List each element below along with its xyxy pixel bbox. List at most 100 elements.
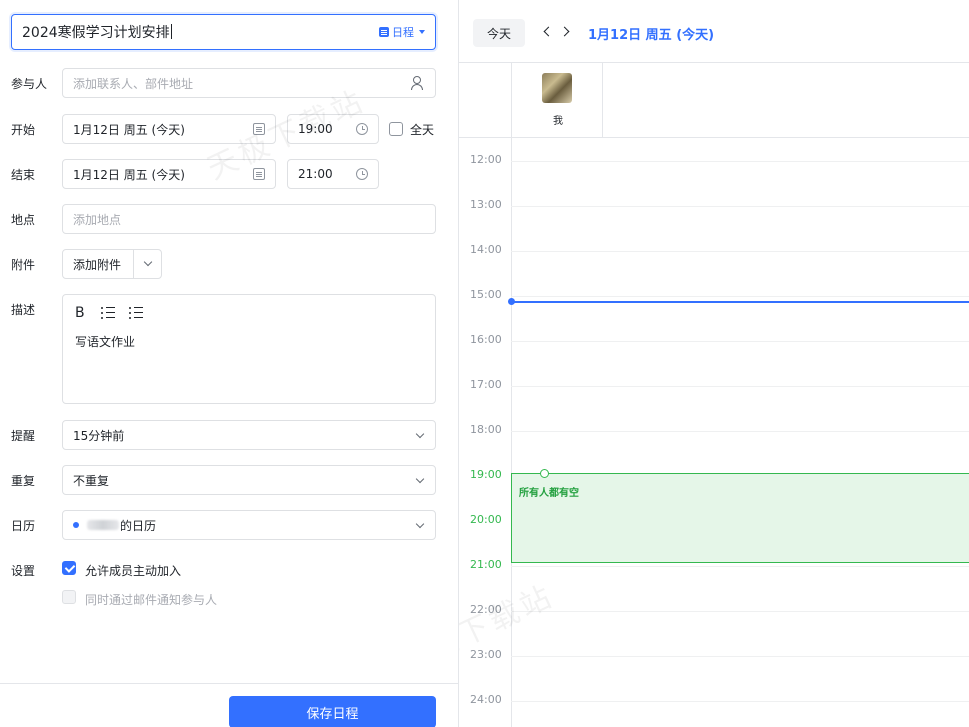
clock-icon: [356, 168, 368, 180]
calendar-panel: 今天 1月12日 周五 (今天) 我 12:00 13:00 14:00 15:00 1…: [459, 0, 969, 727]
drag-handle[interactable]: [540, 469, 549, 478]
hour-line: [511, 296, 969, 297]
hour-line: [511, 656, 969, 657]
clock-icon: [356, 123, 368, 135]
participants-label: 参与人: [11, 77, 48, 91]
description-text: 写语文作业: [75, 335, 136, 349]
time-axis-divider: [511, 138, 512, 727]
description-editor[interactable]: B 写语文作业: [62, 294, 436, 404]
reminder-label: 提醒: [11, 429, 36, 443]
start-time-value: 19:00: [298, 122, 333, 136]
description-toolbar: B: [75, 305, 143, 321]
bullet-list-icon[interactable]: [129, 307, 143, 319]
current-time-dot: [508, 298, 515, 305]
time-label: 19:00: [470, 468, 502, 481]
start-date-picker[interactable]: 1月12日 周五 (今天): [62, 114, 276, 144]
calendar-value: 的日历: [120, 518, 157, 533]
start-time-picker[interactable]: 19:00: [287, 114, 379, 144]
repeat-value: 不重复: [73, 473, 110, 488]
free-time-block[interactable]: 所有人都有空: [511, 469, 969, 563]
chevron-down-icon: [415, 429, 425, 439]
end-date-picker[interactable]: 1月12日 周五 (今天): [62, 159, 276, 189]
current-time-line: [511, 301, 969, 303]
repeat-select[interactable]: 不重复: [62, 465, 436, 495]
time-label: 16:00: [470, 333, 502, 346]
add-attachment-label: 添加附件: [73, 257, 122, 272]
hour-line: [511, 431, 969, 432]
hour-line: [511, 701, 969, 702]
repeat-label: 重复: [11, 474, 36, 488]
calendar-label: 日历: [11, 519, 36, 533]
time-label: 15:00: [470, 288, 502, 301]
event-type-label: 日程: [392, 26, 414, 39]
time-label: 24:00: [470, 693, 502, 706]
calendar-select[interactable]: 的日历: [62, 510, 436, 540]
allday-label: 全天: [410, 123, 435, 137]
event-type-dropdown[interactable]: 日程: [379, 24, 425, 40]
settings-label: 设置: [11, 564, 36, 578]
time-label: 13:00: [470, 198, 502, 211]
save-event-button[interactable]: 保存日程: [229, 696, 436, 727]
allday-divider: [459, 137, 969, 138]
bold-button[interactable]: B: [75, 305, 87, 321]
time-label: 23:00: [470, 648, 502, 661]
participants-input[interactable]: 添加联系人、部件地址: [62, 68, 436, 98]
hour-line: [511, 161, 969, 162]
caret-down-icon: [419, 30, 425, 34]
time-label: 22:00: [470, 603, 502, 616]
free-time-label: 所有人都有空: [519, 488, 579, 499]
event-form: 2024寒假学习计划安排 日程 参与人 添加联系人、部件地址 开始 1月12日 …: [0, 0, 458, 727]
chevron-down-icon: [415, 519, 425, 529]
chevron-down-icon: [415, 474, 425, 484]
chevron-down-icon: [143, 257, 153, 267]
reminder-value: 15分钟前: [73, 428, 125, 443]
event-title-input[interactable]: 2024寒假学习计划安排 日程: [11, 14, 436, 50]
chevron-right-icon[interactable]: [559, 26, 570, 37]
notify-email-label: 同时通过邮件通知参与人: [85, 593, 218, 607]
time-label: 12:00: [470, 153, 502, 166]
location-placeholder: 添加地点: [73, 212, 122, 227]
end-time-picker[interactable]: 21:00: [287, 159, 379, 189]
end-label: 结束: [11, 168, 36, 182]
participant-name: 我: [553, 116, 563, 127]
reminder-select[interactable]: 15分钟前: [62, 420, 436, 450]
time-label: 17:00: [470, 378, 502, 391]
description-label: 描述: [11, 303, 36, 317]
calendar-icon: [379, 27, 389, 37]
allday-checkbox[interactable]: [389, 122, 403, 136]
calendar-icon: [253, 123, 265, 135]
attachment-label: 附件: [11, 258, 36, 272]
location-input[interactable]: 添加地点: [62, 204, 436, 234]
chevron-left-icon[interactable]: [543, 26, 554, 37]
time-label: 18:00: [470, 423, 502, 436]
ordered-list-icon[interactable]: [101, 307, 115, 319]
hour-line: [511, 341, 969, 342]
event-start-tick: [512, 473, 542, 474]
hour-line: [511, 251, 969, 252]
calendar-icon: [253, 168, 265, 180]
attachment-options-toggle[interactable]: [133, 250, 161, 278]
hour-line: [511, 611, 969, 612]
start-date-value: 1月12日 周五 (今天): [73, 122, 185, 137]
time-label: 20:00: [470, 513, 502, 526]
allow-join-label: 允许成员主动加入: [85, 564, 182, 578]
calendar-date-title: 1月12日 周五 (今天): [588, 28, 715, 43]
end-time-value: 21:00: [298, 167, 333, 181]
time-label: 14:00: [470, 243, 502, 256]
add-person-icon[interactable]: [411, 76, 425, 90]
event-title-text: 2024寒假学习计划安排: [22, 22, 379, 42]
allow-join-checkbox[interactable]: [62, 561, 76, 575]
participants-placeholder: 添加联系人、部件地址: [73, 76, 194, 91]
add-attachment-button[interactable]: 添加附件: [62, 249, 162, 279]
today-button[interactable]: 今天: [473, 19, 525, 47]
participant-column: 我: [511, 62, 603, 137]
avatar: [542, 73, 572, 103]
hour-line: [511, 566, 969, 567]
watermark: 天极下载站: [459, 578, 560, 682]
notify-email-checkbox[interactable]: [62, 590, 76, 604]
calendar-color-dot: [73, 522, 79, 528]
time-label: 21:00: [470, 558, 502, 571]
end-date-value: 1月12日 周五 (今天): [73, 167, 185, 182]
start-label: 开始: [11, 123, 36, 137]
redacted-name: [87, 520, 119, 530]
